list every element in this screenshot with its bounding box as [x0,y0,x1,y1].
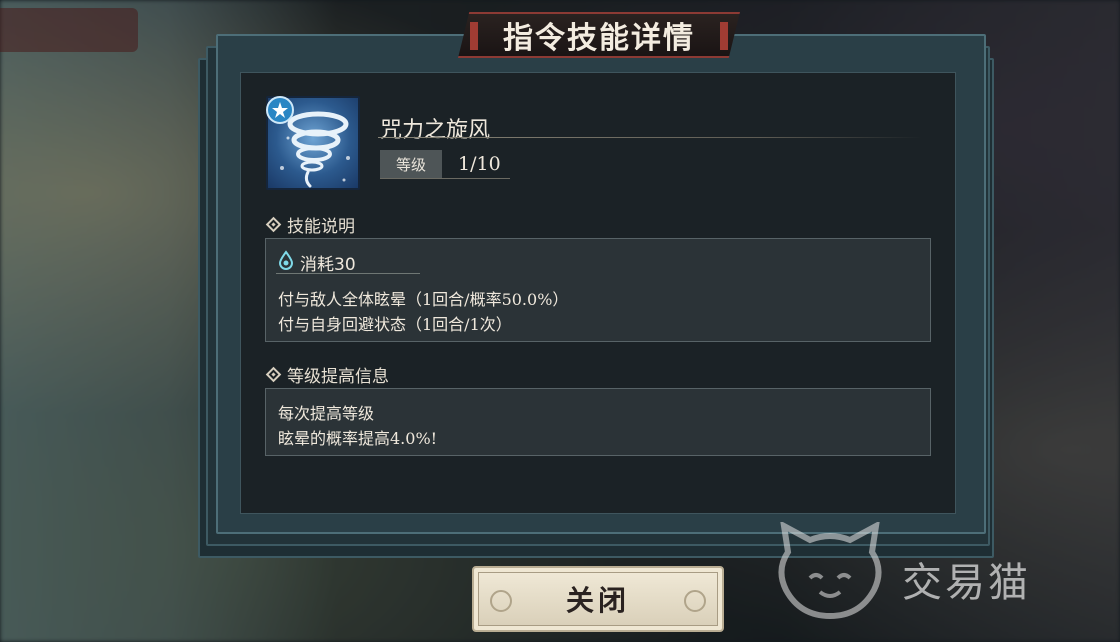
divider [378,137,922,138]
dialog-title: 指令技能详情 [503,21,695,56]
close-button[interactable]: 关闭 [472,566,724,632]
mana-drop-icon [278,250,294,275]
level-value: 1/10 [458,153,501,175]
diamond-bullet-icon [265,216,282,233]
description-line: 付与自身回避状态（1回合/1次） [278,315,512,334]
description-line: 付与敌人全体眩晕（1回合/概率50.0%） [278,290,569,309]
cost-text: 消耗30 [300,255,356,275]
close-button-label: 关闭 [565,584,630,617]
section-heading: 技能说明 [287,217,355,237]
section-heading: 等级提高信息 [287,367,389,387]
cost-row: 消耗30 [278,250,356,275]
level-up-line: 每次提高等级 [278,404,375,423]
title-banner: 指令技能详情 [458,12,740,58]
ornament-icon [490,590,512,612]
divider [276,273,420,274]
ornament-icon [684,590,706,612]
divider [380,178,510,179]
section-level-up-info: 等级提高信息 [265,362,389,387]
watermark-text: 交易猫 [902,560,1031,606]
watermark-cat-logo-icon [770,520,890,626]
section-skill-description: 技能说明 [265,212,355,237]
skill-name: 咒力之旋风 [380,118,491,143]
star-badge-icon [266,96,294,124]
level-label: 等级 [380,150,442,178]
level-up-line: 眩晕的概率提高4.0%! [278,429,438,448]
diamond-bullet-icon [265,366,282,383]
